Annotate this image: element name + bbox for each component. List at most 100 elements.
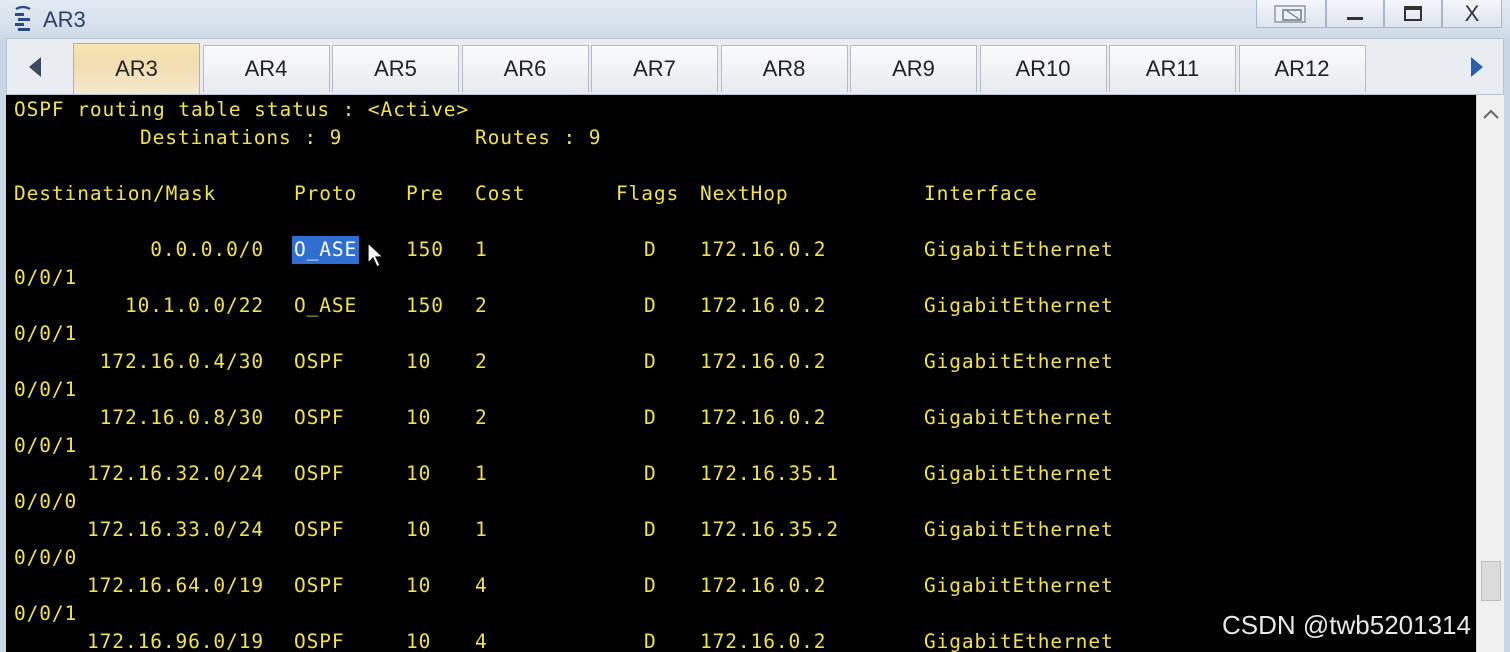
tab-scroll-right-button[interactable]	[1457, 39, 1497, 94]
tab-ar8[interactable]: AR8	[720, 45, 848, 92]
routing-table-status: OSPF routing table status : <Active>	[14, 98, 470, 121]
terminal-console[interactable]: OSPF routing table status : <Active> Des…	[6, 95, 1476, 652]
tab-scroll-left-button[interactable]	[15, 39, 55, 94]
header-proto: Proto	[294, 182, 358, 205]
restore-button[interactable]	[1256, 0, 1326, 28]
route-nexthop: 172.16.0.2	[700, 294, 827, 317]
tab-ar11[interactable]: AR11	[1109, 45, 1236, 92]
route-cost: 2	[475, 406, 488, 429]
tab-ar6[interactable]: AR6	[461, 45, 589, 92]
route-destination: 172.16.96.0/19	[87, 630, 264, 652]
route-flags: D	[644, 294, 657, 317]
route-interface-port: 0/0/0	[14, 546, 78, 569]
route-flags: D	[644, 462, 657, 485]
title-bar: AR3 X	[0, 0, 1510, 38]
route-pre: 10	[406, 462, 432, 485]
route-interface: GigabitEthernet	[924, 518, 1114, 541]
arrow-right-icon	[1471, 56, 1483, 77]
route-interface: GigabitEthernet	[924, 294, 1114, 317]
route-flags: D	[644, 350, 657, 373]
scrollbar-thumb[interactable]	[1481, 561, 1501, 601]
route-cost: 2	[475, 350, 488, 373]
arrow-left-icon	[29, 56, 41, 77]
tab-ar3[interactable]: AR3	[73, 43, 200, 94]
header-interface: Interface	[924, 182, 1038, 205]
tab-ar12[interactable]: AR12	[1238, 45, 1366, 92]
route-flags: D	[644, 574, 657, 597]
route-proto: O_ASE	[294, 294, 358, 317]
minimize-icon	[1347, 16, 1363, 20]
tab-ar9[interactable]: AR9	[850, 45, 977, 92]
maximize-button[interactable]	[1384, 0, 1442, 28]
tab-ar7[interactable]: AR7	[591, 45, 718, 92]
route-destination: 172.16.0.4/30	[99, 350, 264, 373]
table-header: Destination/Mask Proto Pre Cost Flags Ne…	[14, 180, 1037, 208]
route-cost: 1	[475, 462, 488, 485]
route-cost: 4	[475, 574, 488, 597]
tab-strip: AR3 AR4 AR5 AR6 AR7 AR8 AR9 AR10 AR11 AR12	[6, 38, 1504, 95]
route-interface: GigabitEthernet	[924, 630, 1114, 652]
route-cost: 4	[475, 630, 488, 652]
route-interface-port: 0/0/1	[14, 434, 78, 457]
route-destination: 172.16.0.8/30	[99, 406, 264, 429]
route-nexthop: 172.16.0.2	[700, 406, 827, 429]
route-proto: OSPF	[294, 630, 345, 652]
route-destination: 172.16.32.0/24	[87, 462, 264, 485]
router-app-icon	[15, 5, 31, 31]
selected-text: O_ASE	[292, 236, 360, 264]
scroll-up-icon[interactable]	[1481, 107, 1501, 121]
mouse-pointer-icon	[367, 242, 385, 268]
close-icon: X	[1464, 0, 1480, 26]
route-flags: D	[644, 406, 657, 429]
route-nexthop: 172.16.0.2	[700, 574, 827, 597]
route-cost: 1	[475, 518, 488, 541]
route-interface: GigabitEthernet	[924, 350, 1114, 373]
table-row: 0.0.0.0/0 O_ASE 150 1 D 172.16.0.2 GigabitEthe…	[14, 236, 1454, 264]
destinations-count: Destinations : 9	[140, 126, 343, 149]
route-interface: GigabitEthernet	[924, 406, 1114, 429]
routing-table-summary: Destinations : 9 Routes : 9	[14, 124, 601, 152]
header-destination: Destination/Mask	[14, 182, 217, 205]
minimize-button[interactable]	[1326, 0, 1384, 28]
route-proto: OSPF	[294, 574, 345, 597]
route-flags: D	[644, 630, 657, 652]
close-button[interactable]: X	[1442, 0, 1502, 28]
tab-ar10[interactable]: AR10	[979, 45, 1107, 92]
route-nexthop: 172.16.0.2	[700, 350, 827, 373]
route-nexthop: 172.16.0.2	[700, 238, 827, 261]
route-pre: 10	[406, 630, 432, 652]
table-row: 172.16.33.0/24 OSPF 10 1 D 172.16.35.2 Gigabit…	[14, 516, 1454, 544]
table-row: 172.16.64.0/19 OSPF 10 4 D 172.16.0.2 GigabitE…	[14, 572, 1454, 600]
table-row: 172.16.32.0/24 OSPF 10 1 D 172.16.35.1 Gigabit…	[14, 460, 1454, 488]
route-interface: GigabitEthernet	[924, 462, 1114, 485]
route-pre: 10	[406, 518, 432, 541]
route-destination: 172.16.33.0/24	[87, 518, 264, 541]
route-cost: 1	[475, 238, 488, 261]
terminal-scrollbar[interactable]	[1476, 95, 1504, 652]
route-pre: 10	[406, 406, 432, 429]
route-interface-port: 0/0/1	[14, 602, 78, 625]
route-nexthop: 172.16.0.2	[700, 630, 827, 652]
tab-ar4[interactable]: AR4	[202, 45, 330, 92]
header-flags: Flags	[616, 182, 680, 205]
route-proto: OSPF	[294, 462, 345, 485]
header-cost: Cost	[475, 182, 526, 205]
window-title: AR3	[43, 7, 86, 32]
route-nexthop: 172.16.35.1	[700, 462, 840, 485]
route-destination: 172.16.64.0/19	[87, 574, 264, 597]
route-pre: 10	[406, 574, 432, 597]
tab-ar5[interactable]: AR5	[332, 45, 459, 92]
route-flags: D	[644, 518, 657, 541]
header-pre: Pre	[406, 182, 444, 205]
restore-icon	[1274, 4, 1306, 23]
route-interface-port: 0/0/1	[14, 378, 78, 401]
route-proto: OSPF	[294, 406, 345, 429]
table-row: 10.1.0.0/22 O_ASE 150 2 D 172.16.0.2 GigabitEt…	[14, 292, 1454, 320]
route-pre: 10	[406, 350, 432, 373]
route-destination: 0.0.0.0/0	[150, 238, 264, 261]
route-flags: D	[644, 238, 657, 261]
maximize-icon	[1404, 5, 1422, 21]
route-interface-port: 0/0/1	[14, 266, 78, 289]
route-interface-port: 0/0/1	[14, 322, 78, 345]
route-pre: 150	[406, 238, 444, 261]
